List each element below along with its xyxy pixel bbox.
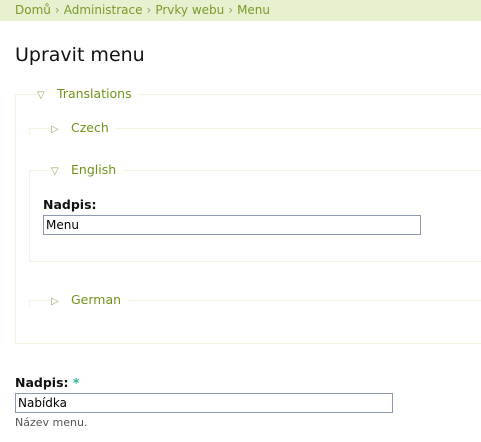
english-legend-label: English xyxy=(71,162,117,177)
english-title-label: Nadpis: xyxy=(43,197,97,212)
breadcrumb-link-site-building[interactable]: Prvky webu xyxy=(155,3,224,17)
breadcrumb: Domů › Administrace › Prvky webu › Menu xyxy=(0,0,481,21)
german-legend-label: German xyxy=(71,292,122,307)
breadcrumb-separator: › xyxy=(228,3,234,17)
page-title: Upravit menu xyxy=(15,44,145,66)
triangle-down-icon: ▽ xyxy=(37,90,45,101)
breadcrumb-separator: › xyxy=(54,3,60,17)
english-title-input[interactable] xyxy=(43,215,421,235)
czech-legend-label: Czech xyxy=(71,120,109,135)
breadcrumb-link-home[interactable]: Domů xyxy=(15,3,51,17)
title-input[interactable] xyxy=(15,393,393,413)
czech-legend[interactable]: ▷ Czech xyxy=(51,120,115,138)
breadcrumb-separator: › xyxy=(146,3,152,17)
triangle-right-icon: ▷ xyxy=(51,124,59,135)
translations-legend[interactable]: ▽ Translations xyxy=(37,86,138,104)
breadcrumb-link-administration[interactable]: Administrace xyxy=(64,3,143,17)
breadcrumb-trail: Domů › Administrace › Prvky webu › Menu xyxy=(15,0,270,21)
title-description: Název menu. xyxy=(15,416,88,429)
page: Domů › Administrace › Prvky webu › Menu Upravi… xyxy=(0,0,481,442)
triangle-right-icon: ▷ xyxy=(51,296,59,307)
title-label-text: Nadpis: xyxy=(15,375,69,390)
english-legend[interactable]: ▽ English xyxy=(51,162,123,180)
triangle-down-icon: ▽ xyxy=(51,166,59,177)
breadcrumb-link-menu[interactable]: Menu xyxy=(237,3,270,17)
translations-legend-label: Translations xyxy=(57,86,132,101)
title-label: Nadpis: * xyxy=(15,375,79,390)
german-legend[interactable]: ▷ German xyxy=(51,292,128,310)
required-marker: * xyxy=(72,375,80,390)
